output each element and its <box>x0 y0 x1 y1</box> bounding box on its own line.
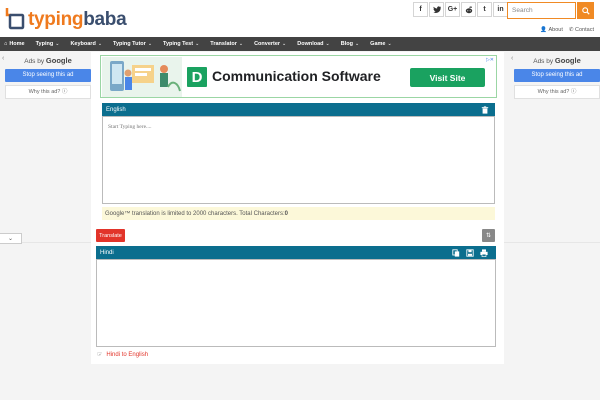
notice-text: Google™ translation is limited to 2000 c… <box>105 210 285 217</box>
copy-icon[interactable] <box>452 249 460 257</box>
site-logo[interactable]: typingbaba <box>5 6 127 32</box>
swap-icon: ⇅ <box>485 233 492 239</box>
chevron-down-icon: ⌄ <box>238 41 244 47</box>
chevron-down-icon: ⌄ <box>282 41 287 47</box>
tumblr-icon[interactable]: t <box>477 2 492 17</box>
contact-link-label: Contact <box>575 27 594 33</box>
stop-seeing-ad-button[interactable]: Stop seeing this ad <box>5 69 91 82</box>
nav-typing-test[interactable]: Typing Test ⌄ <box>163 41 199 47</box>
search-button[interactable] <box>577 2 594 19</box>
nav-keyboard-label: Keyboard <box>70 41 96 47</box>
chevron-down-icon: ⌄ <box>195 41 200 47</box>
site-header: typingbaba f G+ t in Search 👤 About ✆ Co… <box>0 0 600 37</box>
ads-by-google: Ads by Google <box>514 55 600 67</box>
ad-title: Communication Software <box>212 68 381 84</box>
nav-typing-label: Typing <box>35 41 54 47</box>
chevron-down-icon: ⌄ <box>147 41 153 47</box>
nav-keyboard[interactable]: Keyboard ⌄ <box>70 41 102 47</box>
nav-typing-tutor[interactable]: Typing Tutor ⌄ <box>113 41 152 47</box>
why-this-ad-button[interactable]: Why this ad? ⓘ <box>514 85 600 99</box>
ads-by-prefix: Ads by <box>533 58 554 65</box>
translate-button[interactable]: Translate <box>96 229 125 242</box>
source-panel-header: English <box>102 103 495 116</box>
user-icon: 👤 <box>540 27 548 33</box>
chevron-down-icon: ⌄ <box>387 41 392 47</box>
ads-by-brand: Google <box>554 56 581 65</box>
source-textarea[interactable]: Start Typing here.... <box>102 116 495 204</box>
contact-link[interactable]: ✆ Contact <box>569 27 594 33</box>
reddit-icon[interactable] <box>461 2 476 17</box>
stop-seeing-ad-button[interactable]: Stop seeing this ad <box>514 69 600 82</box>
ad-arrow-icon: ‹ <box>2 55 5 62</box>
logo-text-part2: baba <box>83 9 127 30</box>
source-placeholder: Start Typing here.... <box>108 124 152 130</box>
main-nav: ⌂ Home Typing ⌄ Keyboard ⌄ Typing Tutor ⌄ Ty… <box>0 37 600 51</box>
left-side-ad: ‹ Ads by Google Stop seeing this ad Why … <box>2 55 91 99</box>
search-input[interactable]: Search <box>507 2 576 19</box>
nav-home-label: Home <box>9 41 25 47</box>
collapse-toggle[interactable]: ⌄ <box>0 233 22 244</box>
print-icon[interactable] <box>480 249 488 257</box>
target-panel-header: Hindi <box>96 246 496 259</box>
twitter-icon[interactable] <box>429 2 444 17</box>
nav-download-label: Download <box>297 41 324 47</box>
nav-home[interactable]: ⌂ Home <box>4 41 25 47</box>
logo-text: typingbaba <box>28 9 127 31</box>
character-count: 0 <box>284 210 288 217</box>
facebook-icon[interactable]: f <box>413 2 428 17</box>
source-language-label: English <box>106 106 126 113</box>
nav-typing-test-label: Typing Test <box>163 41 194 47</box>
google-plus-icon[interactable]: G+ <box>445 2 460 17</box>
phone-icon: ✆ <box>568 27 574 33</box>
nav-download[interactable]: Download ⌄ <box>297 41 329 47</box>
target-output-area[interactable] <box>96 259 496 347</box>
chevron-down-icon: ⌄ <box>325 41 330 47</box>
search-icon <box>581 6 590 15</box>
logo-mark-icon <box>5 8 25 30</box>
nav-translator-label: Translator <box>210 41 237 47</box>
nav-blog-label: Blog <box>340 41 353 47</box>
nav-typing-tutor-label: Typing Tutor <box>113 41 146 47</box>
why-this-ad-button[interactable]: Why this ad? ⓘ <box>5 85 91 99</box>
save-icon[interactable] <box>466 249 474 257</box>
right-side-ad: ‹ Ads by Google Stop seeing this ad Why … <box>511 55 600 99</box>
logo-text-part1: typing <box>28 9 84 30</box>
ad-choices-icon[interactable]: ▷✕ <box>486 57 494 63</box>
banner-ad[interactable]: D Communication Software Visit Site ▷✕ <box>100 55 497 98</box>
chevron-down-icon: ⌄ <box>354 41 360 47</box>
nav-game-label: Game <box>370 41 386 47</box>
ads-by-brand: Google <box>45 56 72 65</box>
nav-converter-label: Converter <box>254 41 281 47</box>
hand-pointer-icon: ☞ <box>97 352 103 358</box>
about-link-label: About <box>548 27 563 33</box>
target-language-label: Hindi <box>100 249 114 256</box>
ad-brand-letter: D <box>187 67 207 87</box>
nav-converter[interactable]: Converter ⌄ <box>254 41 286 47</box>
nav-game[interactable]: Game ⌄ <box>370 41 392 47</box>
ad-arrow-icon: ‹ <box>511 55 514 62</box>
about-link[interactable]: 👤 About <box>540 27 562 33</box>
nav-translator[interactable]: Translator ⌄ <box>210 41 243 47</box>
ads-by-google: Ads by Google <box>5 55 91 67</box>
chevron-down-icon: ⌄ <box>7 236 14 242</box>
home-icon: ⌂ <box>4 41 8 47</box>
hindi-to-english-label: Hindi to English <box>106 351 149 358</box>
chevron-down-icon: ⌄ <box>55 41 60 47</box>
trash-icon[interactable] <box>481 106 489 114</box>
hindi-to-english-link[interactable]: ☞ Hindi to English <box>97 351 149 359</box>
swap-languages-button[interactable]: ⇅ <box>482 229 495 242</box>
visit-site-button[interactable]: Visit Site <box>410 68 485 87</box>
ads-by-prefix: Ads by <box>24 58 45 65</box>
chevron-down-icon: ⌄ <box>97 41 103 47</box>
character-limit-notice: Google™ translation is limited to 2000 c… <box>102 207 495 220</box>
nav-typing[interactable]: Typing ⌄ <box>36 41 60 47</box>
linkedin-icon[interactable]: in <box>493 2 508 17</box>
nav-blog[interactable]: Blog ⌄ <box>341 41 359 47</box>
ad-illustration <box>102 57 182 97</box>
social-links: f G+ t in <box>413 2 508 17</box>
top-links: 👤 About ✆ Contact <box>540 27 594 33</box>
